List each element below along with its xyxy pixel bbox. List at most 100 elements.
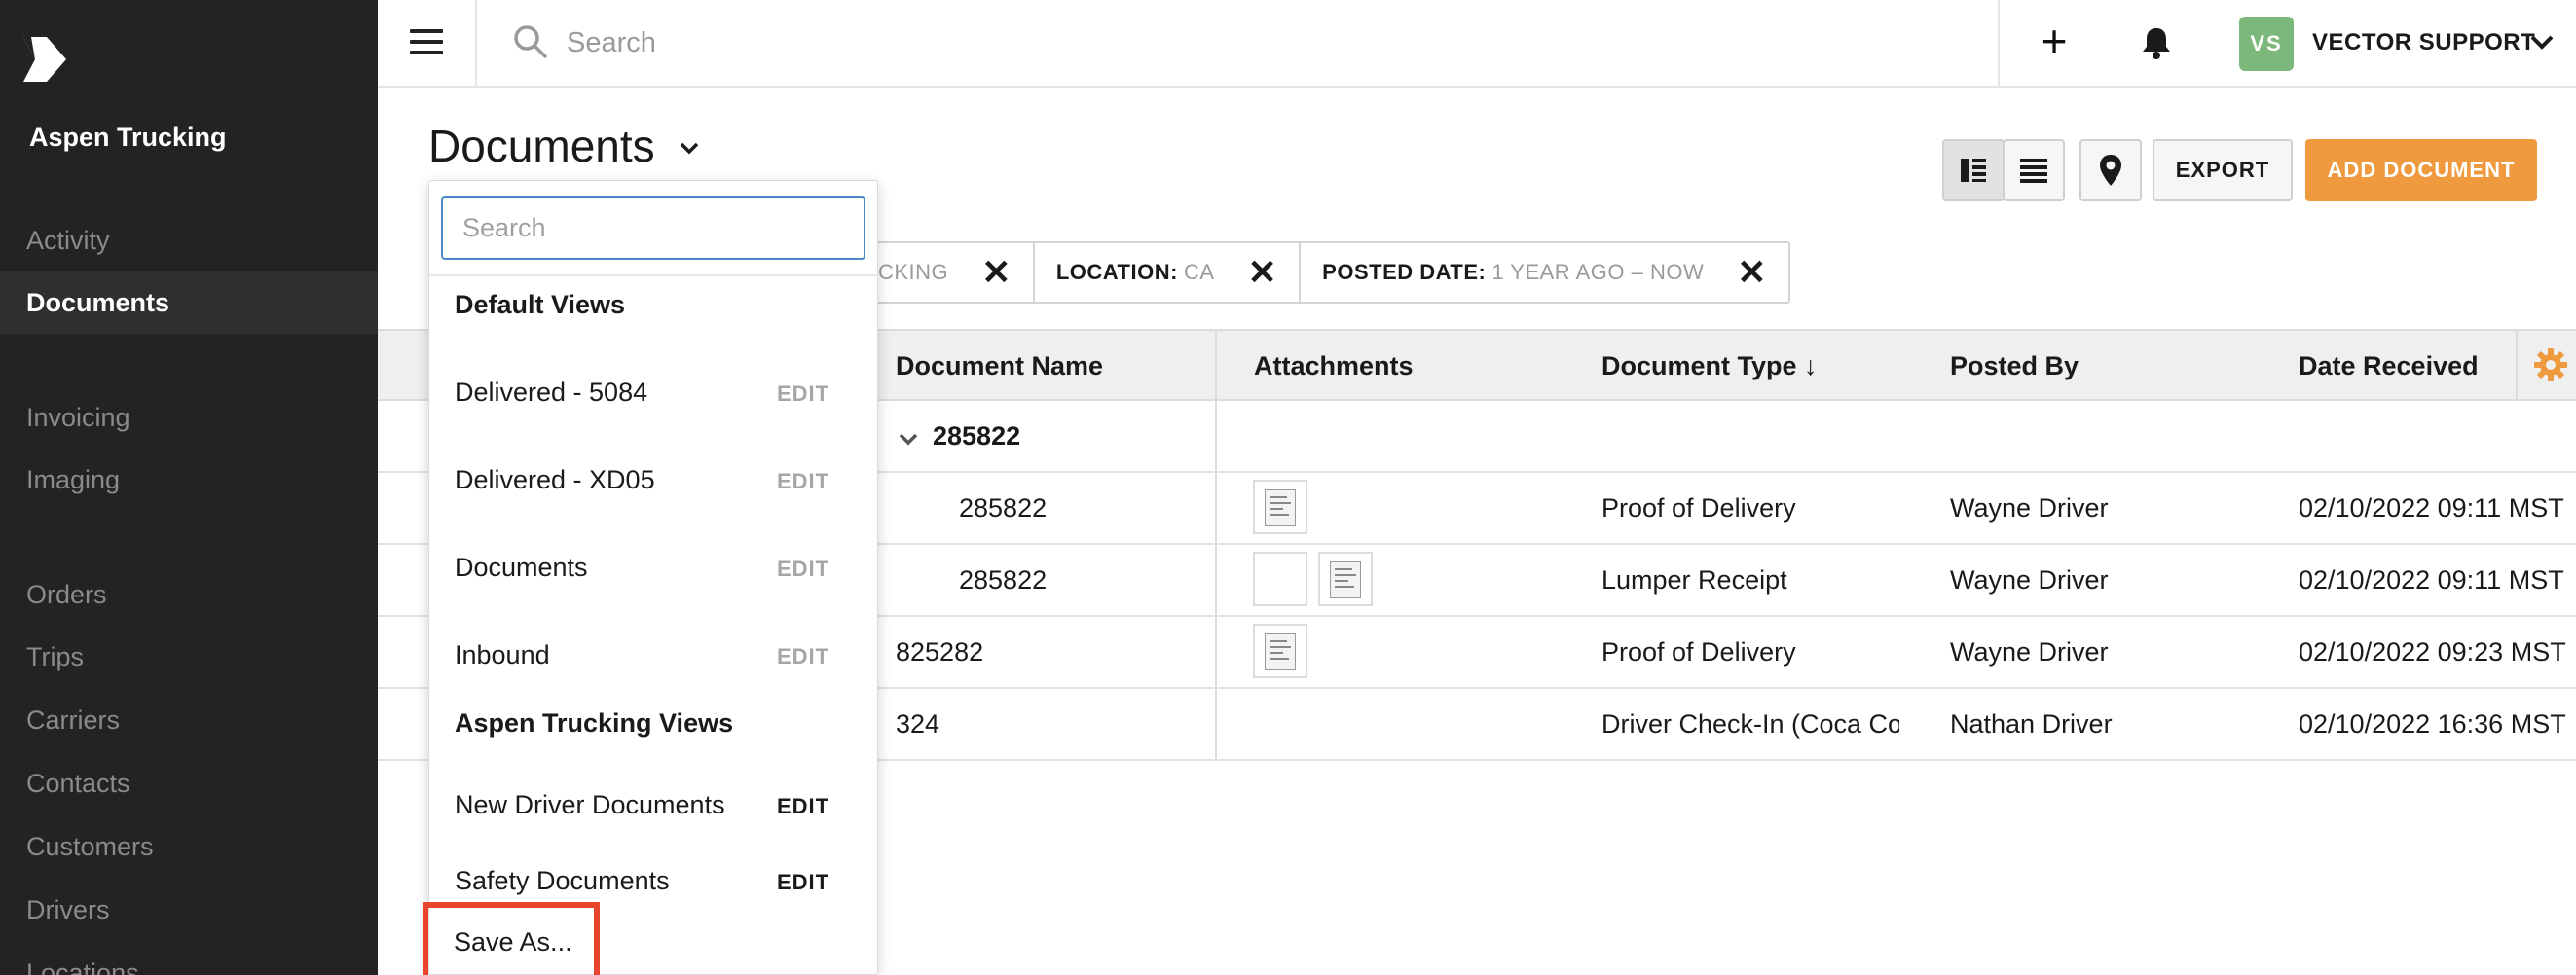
sidebar-item-activity[interactable]: Activity — [0, 209, 378, 271]
date-received-cell: 02/10/2022 09:11 MST — [2299, 493, 2564, 523]
close-icon[interactable]: ✕ — [1248, 255, 1278, 290]
divider — [429, 274, 877, 276]
view-item[interactable]: Delivered - 5084 EDIT — [429, 358, 877, 426]
sidebar-item-customers[interactable]: Customers — [0, 815, 378, 878]
filter-key: POSTED DATE: — [1322, 260, 1487, 284]
user-name[interactable]: VECTOR SUPPORT — [2312, 29, 2535, 56]
add-document-button[interactable]: ADD DOCUMENT — [2305, 139, 2537, 201]
plus-icon[interactable]: + — [2033, 18, 2076, 64]
search-icon — [514, 25, 547, 58]
edit-view-button[interactable]: EDIT — [777, 794, 829, 819]
document-name-cell[interactable]: 324 — [896, 689, 939, 759]
views-dropdown: Default Views Delivered - 5084 EDIT Deli… — [428, 180, 878, 975]
document-name-cell[interactable]: 285822 — [959, 473, 1047, 543]
split-view-button[interactable] — [1942, 139, 2005, 201]
sidebar-item-invoicing[interactable]: Invoicing — [0, 386, 378, 449]
view-item[interactable]: Inbound EDIT — [429, 621, 877, 689]
view-item-label[interactable]: Safety Documents — [455, 866, 670, 896]
posted-by-cell: Wayne Driver — [1950, 493, 2109, 523]
map-view-button[interactable] — [2079, 139, 2142, 201]
menu-icon[interactable] — [410, 29, 443, 56]
save-as-label: Save As... — [454, 927, 572, 957]
edit-view-button[interactable]: EDIT — [777, 644, 829, 669]
view-item-label[interactable]: Inbound — [455, 640, 550, 670]
document-type-cell: Lumper Receipt — [1601, 565, 1787, 595]
view-item-label[interactable]: Delivered - 5084 — [455, 378, 647, 408]
edit-view-button[interactable]: EDIT — [777, 381, 829, 407]
edit-view-button[interactable]: EDIT — [777, 870, 829, 895]
attachment-thumbnail[interactable] — [1253, 624, 1307, 678]
filter-bar: CKING ✕ LOCATION: CA ✕ POSTED DATE: 1 YE… — [740, 241, 1790, 304]
column-header-document-name[interactable]: Document Name — [896, 331, 1103, 401]
attachment-thumbnail[interactable] — [1253, 480, 1307, 534]
attachment-thumbnail[interactable] — [1318, 552, 1373, 606]
date-received-cell: 02/10/2022 16:36 MST — [2299, 709, 2566, 739]
column-header-date-received[interactable]: Date Received — [2299, 331, 2479, 401]
close-icon[interactable]: ✕ — [1737, 255, 1767, 290]
chevron-down-icon[interactable] — [896, 426, 921, 451]
view-item[interactable]: Documents EDIT — [429, 533, 877, 601]
posted-by-cell: Wayne Driver — [1950, 637, 2109, 667]
sidebar-item-imaging[interactable]: Imaging — [0, 449, 378, 511]
divider — [475, 0, 477, 86]
org-name: Aspen Trucking — [29, 123, 227, 152]
column-header-attachments[interactable]: Attachments — [1254, 331, 1414, 401]
global-search-input[interactable] — [567, 21, 1832, 64]
sidebar-item-drivers[interactable]: Drivers — [0, 879, 378, 941]
divider — [1998, 0, 2000, 86]
page-title[interactable]: Documents — [428, 120, 655, 172]
map-pin-icon — [2100, 155, 2121, 186]
list-view-button[interactable] — [2003, 139, 2065, 201]
filter-chip-posted-date[interactable]: POSTED DATE: 1 YEAR AGO – NOW ✕ — [1301, 243, 1788, 302]
posted-by-cell: Nathan Driver — [1950, 709, 2113, 739]
posted-by-cell: Wayne Driver — [1950, 565, 2109, 595]
column-header-document-type[interactable]: Document Type ↓ — [1601, 331, 1818, 401]
document-type-cell: Driver Check-In (Coca Cola — [1601, 709, 1899, 739]
view-item[interactable]: Delivered - XD05 EDIT — [429, 446, 877, 514]
sidebar-item-contacts[interactable]: Contacts — [0, 752, 378, 814]
view-item-label[interactable]: Documents — [455, 553, 588, 583]
list-view-icon — [2020, 159, 2047, 183]
date-received-cell: 02/10/2022 09:23 MST — [2299, 637, 2566, 667]
views-search-input[interactable] — [441, 196, 865, 260]
edit-view-button[interactable]: EDIT — [777, 469, 829, 494]
filter-value: 1 YEAR AGO – NOW — [1491, 260, 1705, 284]
group-label: 285822 — [933, 421, 1021, 451]
split-view-icon — [1961, 159, 1986, 182]
chevron-down-icon[interactable] — [678, 136, 701, 160]
save-as-button[interactable]: Save As... — [423, 902, 600, 975]
view-item-label[interactable]: Delivered - XD05 — [455, 465, 655, 495]
chevron-down-icon[interactable] — [2527, 27, 2557, 56]
bell-icon[interactable] — [2138, 24, 2175, 61]
sidebar-item-carriers[interactable]: Carriers — [0, 689, 378, 751]
top-bar: + VS VECTOR SUPPORT — [378, 0, 2576, 88]
sidebar-item-locations[interactable]: Locations — [0, 942, 378, 975]
document-type-cell: Proof of Delivery — [1601, 637, 1796, 667]
column-divider — [1215, 331, 1217, 401]
attachment-thumbnail[interactable] — [1253, 552, 1307, 606]
export-button[interactable]: EXPORT — [2153, 139, 2293, 201]
document-type-cell: Proof of Delivery — [1601, 493, 1796, 523]
filter-key: LOCATION: — [1055, 260, 1178, 284]
column-header-posted-by[interactable]: Posted By — [1950, 331, 2079, 401]
org-views-heading: Aspen Trucking Views — [455, 708, 734, 738]
filter-chip-location[interactable]: LOCATION: CA ✕ — [1035, 243, 1302, 302]
avatar[interactable]: VS — [2239, 17, 2294, 71]
date-received-cell: 02/10/2022 09:11 MST — [2299, 565, 2564, 595]
column-divider — [2516, 331, 2518, 401]
filter-value: CA — [1183, 260, 1215, 284]
close-icon[interactable]: ✕ — [981, 255, 1012, 290]
default-views-heading: Default Views — [455, 290, 626, 319]
app-logo-icon[interactable] — [21, 37, 68, 82]
sidebar-item-documents[interactable]: Documents — [0, 271, 378, 334]
sidebar-item-trips[interactable]: Trips — [0, 626, 378, 688]
document-name-cell[interactable]: 825282 — [896, 617, 983, 687]
view-item-label[interactable]: New Driver Documents — [455, 790, 725, 820]
edit-view-button[interactable]: EDIT — [777, 557, 829, 582]
document-name-cell[interactable]: 285822 — [959, 545, 1047, 615]
filter-value: CKING — [878, 260, 949, 284]
sidebar: Aspen Trucking Activity Documents Invoic… — [0, 0, 378, 975]
gear-icon[interactable] — [2531, 345, 2570, 384]
sidebar-item-orders[interactable]: Orders — [0, 563, 378, 626]
view-item[interactable]: New Driver Documents EDIT — [429, 771, 877, 839]
